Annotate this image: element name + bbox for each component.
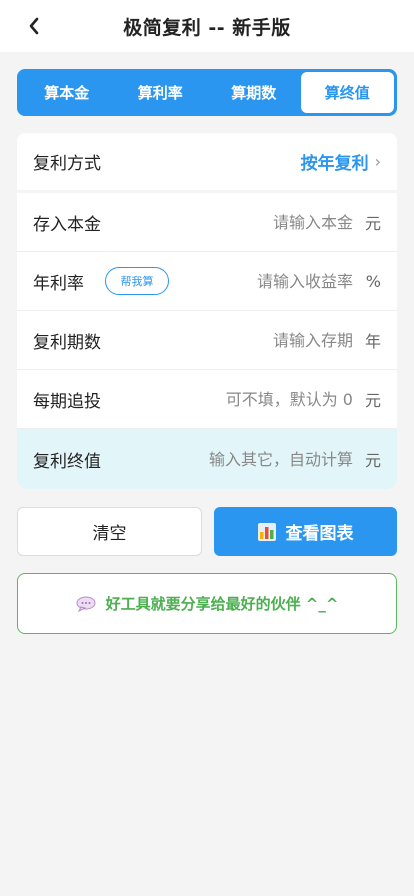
principal-unit: 元 [364,214,381,233]
chevron-left-icon [29,17,39,35]
additional-input[interactable] [121,389,353,409]
back-button[interactable] [20,12,48,40]
input-form: 存入本金 元 年利率 帮我算 % 复利期数 年 每期追投 元 复利终值 元 [17,193,397,489]
nav-bar: 极简复利 -- 新手版 [0,0,414,52]
tab-final-value[interactable]: 算终值 [300,72,394,113]
principal-input[interactable] [121,212,353,232]
share-text: 好工具就要分享给最好的伙伴 ^_^ [105,595,339,613]
help-calc-rate-button[interactable]: 帮我算 [105,267,169,295]
final-value-row: 复利终值 元 [17,429,397,489]
calc-mode-tabs: 算本金 算利率 算期数 算终值 [17,69,397,116]
rate-unit: % [365,271,381,291]
view-chart-button[interactable]: 查看图表 [214,507,397,556]
periods-row: 复利期数 年 [17,311,397,370]
page-title: 极简复利 -- 新手版 [123,16,291,39]
compound-method-label: 复利方式 [33,154,101,174]
final-value-label: 复利终值 [33,451,101,472]
compound-method-selector[interactable]: 复利方式 按年复利 › [17,133,397,190]
speech-bubble-icon [76,596,96,612]
rate-input[interactable] [177,271,353,291]
tab-rate[interactable]: 算利率 [114,72,208,113]
principal-row: 存入本金 元 [17,193,397,252]
compound-method-value-group: 按年复利 › [301,149,381,174]
share-banner[interactable]: 好工具就要分享给最好的伙伴 ^_^ [17,573,397,634]
final-value-unit: 元 [364,451,381,470]
additional-label: 每期追投 [33,391,101,412]
principal-label: 存入本金 [33,214,101,235]
tab-principal[interactable]: 算本金 [20,72,114,113]
periods-label: 复利期数 [33,332,101,353]
additional-unit: 元 [364,391,381,410]
compound-method-value: 按年复利 [300,154,369,174]
rate-row: 年利率 帮我算 % [17,252,397,311]
periods-input[interactable] [121,330,353,350]
additional-row: 每期追投 元 [17,370,397,429]
tab-periods[interactable]: 算期数 [207,72,301,113]
view-chart-label: 查看图表 [285,524,354,544]
clear-button[interactable]: 清空 [17,507,202,556]
periods-unit: 年 [364,332,381,351]
final-value-input[interactable] [121,449,353,469]
bar-chart-icon [257,522,276,541]
chevron-right-icon: › [374,152,381,171]
